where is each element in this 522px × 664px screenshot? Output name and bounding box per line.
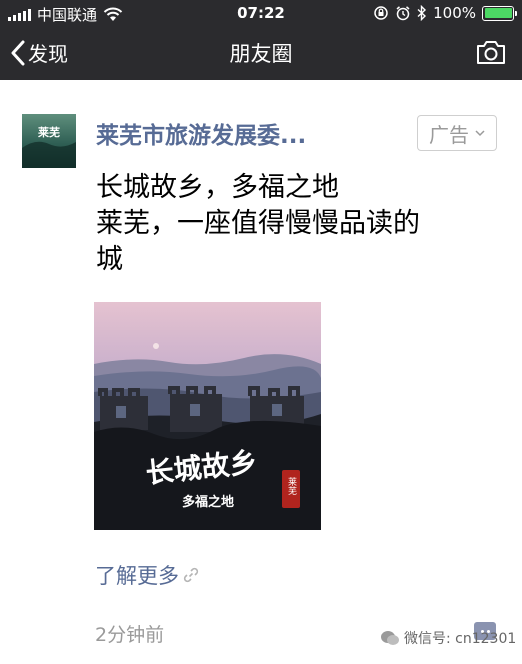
orientation-lock-icon: [374, 6, 388, 20]
camera-button[interactable]: [476, 39, 506, 69]
camera-icon: [477, 41, 505, 64]
post-text-line: 长城故乡，多福之地: [96, 172, 339, 203]
bluetooth-icon: [417, 5, 427, 21]
nav-bar: 发现 朋友圈: [0, 26, 522, 80]
author-name[interactable]: 莱芜市旅游发展委...: [96, 116, 396, 150]
watermark: 微信号: cn12301: [380, 628, 516, 648]
image-subtitle: 多福之地: [182, 494, 234, 510]
post-text-line: 莱芜，一座值得慢慢品读的: [96, 208, 420, 239]
post-timestamp: 2分钟前: [95, 624, 165, 646]
post-text: 长城故乡，多福之地 莱芜，一座值得慢慢品读的 城: [96, 170, 506, 278]
ad-badge[interactable]: 广告: [417, 115, 497, 151]
avatar-text: 莱芜: [38, 125, 60, 139]
page-title: 朋友圈: [229, 42, 293, 66]
battery-percent: 100%: [433, 4, 476, 22]
avatar-image: 莱芜: [22, 114, 76, 168]
post-text-line: 城: [96, 244, 123, 275]
battery-fill: [484, 8, 512, 18]
status-right: 100%: [373, 4, 517, 22]
battery-icon: [482, 5, 517, 21]
image-seal: 莱芜: [286, 476, 297, 496]
alarm-icon: [396, 6, 410, 21]
watermark-text: 微信号: cn12301: [404, 631, 517, 647]
link-icon: [183, 567, 199, 583]
learn-more-label: 了解更多: [95, 564, 179, 588]
great-wall-image: 长城故乡 多福之地 莱芜: [94, 302, 321, 530]
avatar[interactable]: 莱芜: [22, 114, 76, 168]
ad-label: 广告: [429, 122, 469, 147]
status-bar: 中国联通 07:22 100%: [0, 0, 522, 26]
chevron-down-icon: [475, 130, 485, 137]
moments-post: 莱芜 莱芜市旅游发展委... 广告 长城故乡，多福之地 莱芜，一座值得慢慢品读的…: [0, 80, 522, 664]
post-image[interactable]: 长城故乡 多福之地 莱芜: [94, 302, 321, 530]
wechat-icon: [381, 631, 399, 645]
learn-more-link[interactable]: 了解更多: [95, 560, 199, 590]
